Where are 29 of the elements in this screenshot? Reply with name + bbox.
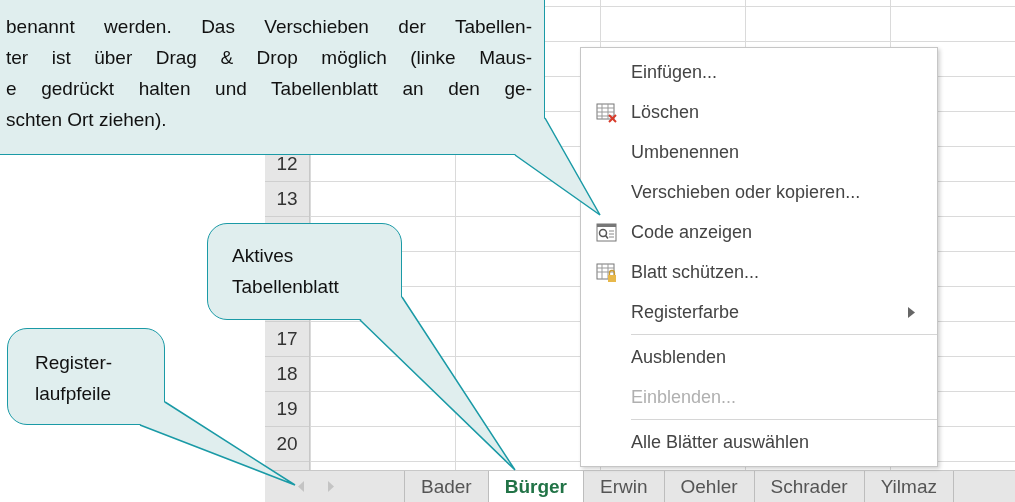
menu-item[interactable]: Code anzeigen [581, 212, 937, 252]
row-number: 12 [276, 151, 298, 176]
row-number: 17 [276, 326, 298, 351]
callout-text: ter ist über Drag & Drop möglich (linke Maus- [6, 46, 532, 70]
sheet-tab[interactable]: Bürger [488, 471, 584, 502]
row-number: 13 [276, 186, 298, 211]
scroll-right-icon[interactable] [327, 480, 335, 493]
callout-text: Register- [35, 351, 114, 375]
code-window-icon [595, 221, 617, 243]
menu-item[interactable]: Blatt schützen... [581, 252, 937, 292]
menu-item[interactable]: Umbenennen [581, 132, 937, 172]
callout-text: e gedrückt halten und Tabellenblatt an den ge- [6, 77, 532, 101]
callout-text: laufpfeile [35, 382, 113, 406]
callout-text: benannt werden. Das Verschieben der Tabellen- [6, 15, 532, 39]
menu-item[interactable]: Alle Blätter auswählen [581, 422, 937, 462]
menu-item[interactable]: Verschieben oder kopieren... [581, 172, 937, 212]
menu-item[interactable]: Einfügen... [581, 52, 937, 92]
row-number: 19 [276, 396, 298, 421]
menu-item[interactable]: Löschen [581, 92, 937, 132]
callout-text: Aktives [232, 244, 295, 268]
row-number: 20 [276, 431, 298, 456]
scroll-left-icon[interactable] [297, 480, 305, 493]
callout-text: Tabellenblatt [232, 275, 340, 299]
table-lock-icon [595, 261, 617, 283]
table-delete-icon [595, 101, 617, 123]
menu-item[interactable]: Ausblenden [581, 337, 937, 377]
callout-text: schten Ort ziehen). [6, 108, 168, 132]
menu-item[interactable]: Registerfarbe [581, 292, 937, 332]
row-number: 18 [276, 361, 298, 386]
